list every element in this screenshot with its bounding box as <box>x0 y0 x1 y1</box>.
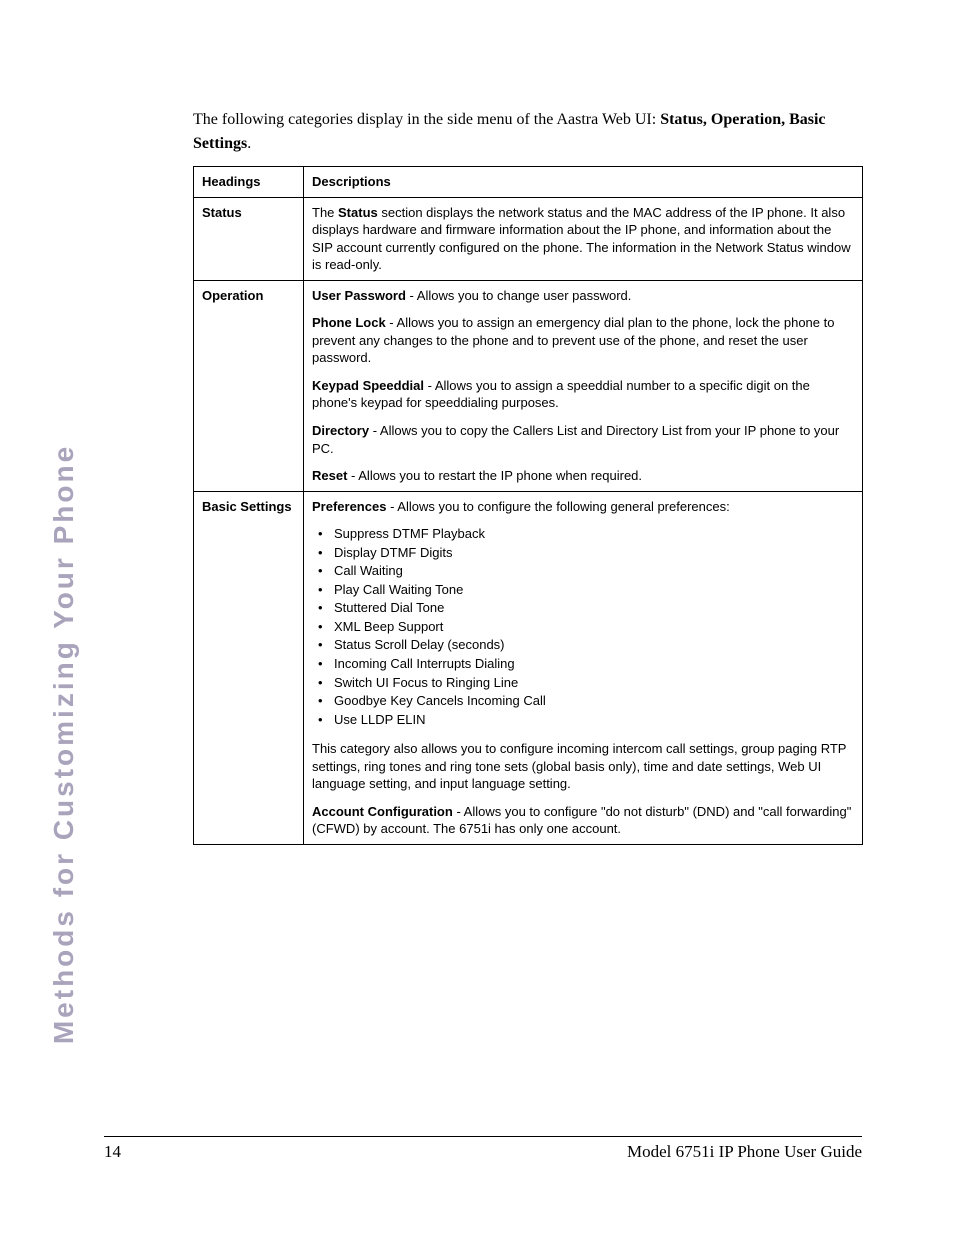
list-item: Incoming Call Interrupts Dialing <box>316 655 854 673</box>
list-item: Stuttered Dial Tone <box>316 599 854 617</box>
intro-post: . <box>247 135 251 152</box>
op-directory-text: - Allows you to copy the Callers List an… <box>312 423 839 456</box>
basic-prefs-label: Preferences <box>312 499 386 514</box>
list-item: Status Scroll Delay (seconds) <box>316 636 854 654</box>
list-item: Display DTMF Digits <box>316 544 854 562</box>
table-row: Status The Status section displays the n… <box>194 197 863 280</box>
preferences-list: Suppress DTMF Playback Display DTMF Digi… <box>316 525 854 728</box>
row-heading-operation: Operation <box>194 280 304 491</box>
op-user-password-text: - Allows you to change user password. <box>406 288 631 303</box>
basic-prefs-text: - Allows you to configure the following … <box>386 499 729 514</box>
footer-page-number: 14 <box>104 1142 121 1162</box>
side-section-title: Methods for Customizing Your Phone <box>44 100 84 760</box>
main-content: The following categories display in the … <box>193 108 863 845</box>
row-heading-basic: Basic Settings <box>194 491 304 844</box>
list-item: Suppress DTMF Playback <box>316 525 854 543</box>
footer-rule <box>104 1136 862 1137</box>
list-item: Goodbye Key Cancels Incoming Call <box>316 692 854 710</box>
status-desc-pre: The <box>312 205 338 220</box>
footer-doc-title: Model 6751i IP Phone User Guide <box>627 1142 862 1162</box>
intro-paragraph: The following categories display in the … <box>193 108 863 156</box>
intro-pre: The following categories display in the … <box>193 111 660 128</box>
row-heading-status: Status <box>194 197 304 280</box>
row-desc-basic: Preferences - Allows you to configure th… <box>304 491 863 844</box>
row-desc-status: The Status section displays the network … <box>304 197 863 280</box>
side-section-title-text: Methods for Customizing Your Phone <box>48 444 80 1044</box>
table-row: Operation User Password - Allows you to … <box>194 280 863 491</box>
status-desc-bold: Status <box>338 205 378 220</box>
list-item: XML Beep Support <box>316 618 854 636</box>
list-item: Call Waiting <box>316 562 854 580</box>
status-desc-post: section displays the network status and … <box>312 205 851 273</box>
col-header-descriptions: Descriptions <box>304 167 863 198</box>
col-header-headings: Headings <box>194 167 304 198</box>
op-phone-lock-label: Phone Lock <box>312 315 386 330</box>
op-reset-text: - Allows you to restart the IP phone whe… <box>347 468 642 483</box>
row-desc-operation: User Password - Allows you to change use… <box>304 280 863 491</box>
op-keypad-label: Keypad Speeddial <box>312 378 424 393</box>
op-reset-label: Reset <box>312 468 347 483</box>
table-header-row: Headings Descriptions <box>194 167 863 198</box>
table-row: Basic Settings Preferences - Allows you … <box>194 491 863 844</box>
op-phone-lock-text: - Allows you to assign an emergency dial… <box>312 315 834 365</box>
op-user-password-label: User Password <box>312 288 406 303</box>
op-directory-label: Directory <box>312 423 369 438</box>
basic-prefs-more: This category also allows you to configu… <box>312 740 854 793</box>
basic-acct-label: Account Configuration <box>312 804 453 819</box>
categories-table: Headings Descriptions Status The Status … <box>193 166 863 845</box>
list-item: Switch UI Focus to Ringing Line <box>316 674 854 692</box>
list-item: Use LLDP ELIN <box>316 711 854 729</box>
list-item: Play Call Waiting Tone <box>316 581 854 599</box>
